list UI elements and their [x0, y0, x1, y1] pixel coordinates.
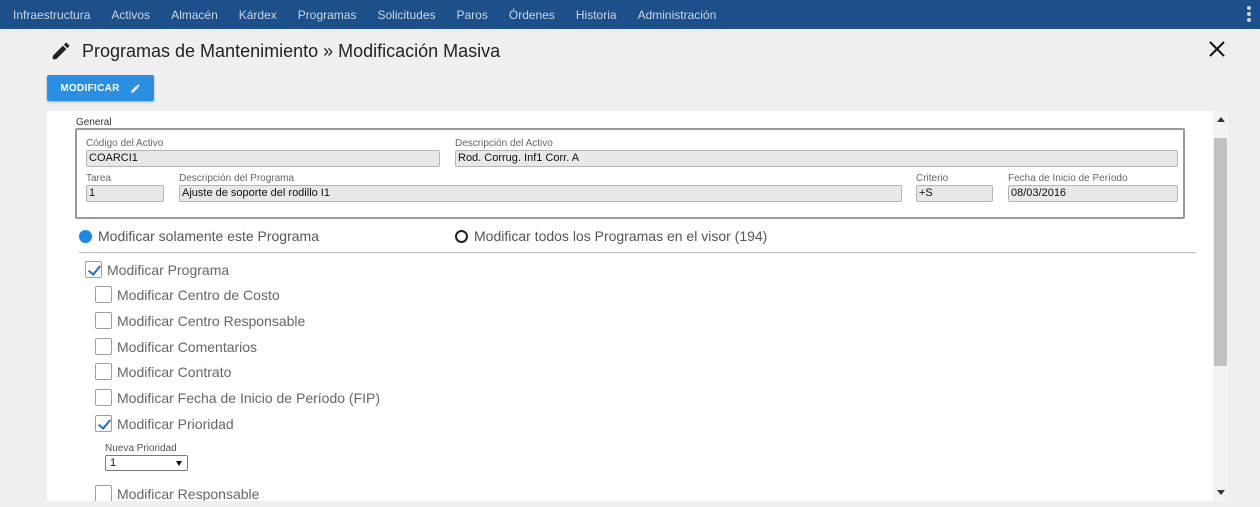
- nav-item-almacen[interactable]: Almacén: [163, 8, 231, 22]
- descripcion-programa-field[interactable]: Ajuste de soporte del rodillo I1: [179, 185, 902, 202]
- checkbox-checked-icon[interactable]: [95, 415, 112, 432]
- nav-item-kardex[interactable]: Kárdex: [231, 8, 290, 22]
- nav-item-ordenes[interactable]: Órdenes: [501, 8, 568, 22]
- descripcion-programa-label: Descripción del Programa: [179, 173, 295, 184]
- checkbox-checked-icon[interactable]: [85, 261, 102, 278]
- criterio-label: Criterio: [916, 173, 949, 184]
- codigo-label: Código del Activo: [86, 138, 164, 149]
- top-nav: Infraestructura Activos Almacén Kárdex P…: [0, 0, 1260, 29]
- check-prioridad-label: Modificar Prioridad: [117, 415, 234, 432]
- radio-only-this-program[interactable]: Modificar solamente este Programa: [79, 228, 319, 244]
- kebab-menu-icon[interactable]: [1246, 4, 1252, 24]
- radio-only-this-label: Modificar solamente este Programa: [98, 228, 319, 244]
- radio-unselected-icon: [455, 229, 468, 243]
- check-modificar-programa-label: Modificar Programa: [107, 261, 230, 278]
- general-fieldset: Código del Activo COARCI1 Descripción de…: [75, 128, 1185, 219]
- scroll-down-icon[interactable]: [1217, 490, 1225, 495]
- checkbox-icon[interactable]: [95, 286, 112, 303]
- nav-item-activos[interactable]: Activos: [103, 8, 163, 22]
- nav-item-infraestructura[interactable]: Infraestructura: [5, 8, 103, 22]
- radio-all-programs-label: Modificar todos los Programas en el viso…: [474, 228, 768, 244]
- descripcion-activo-label: Descripción del Activo: [455, 138, 553, 149]
- check-centro-responsable-label: Modificar Centro Responsable: [117, 312, 306, 329]
- check-comentarios[interactable]: Modificar Comentarios: [95, 338, 257, 355]
- pencil-icon: [52, 42, 70, 60]
- tarea-label: Tarea: [86, 173, 112, 184]
- nav-item-administracion[interactable]: Administración: [630, 8, 730, 22]
- modify-button[interactable]: MODIFICAR: [47, 75, 154, 101]
- radio-selected-icon: [79, 229, 92, 243]
- checkbox-icon[interactable]: [95, 485, 112, 501]
- criterio-field[interactable]: +S: [916, 185, 993, 202]
- nav-item-solicitudes[interactable]: Solicitudes: [369, 8, 448, 22]
- caret-down-icon: [176, 461, 182, 466]
- checkbox-icon[interactable]: [95, 338, 112, 355]
- divider: [79, 252, 1196, 253]
- check-responsable-label: Modificar Responsable: [117, 485, 260, 502]
- radio-all-programs[interactable]: Modificar todos los Programas en el viso…: [455, 228, 767, 244]
- check-comentarios-label: Modificar Comentarios: [117, 338, 258, 355]
- codigo-field[interactable]: COARCI1: [86, 150, 440, 167]
- nav-item-paros[interactable]: Paros: [449, 8, 501, 22]
- check-fip[interactable]: Modificar Fecha de Inicio de Período (FI…: [95, 389, 380, 406]
- page-header: Programas de Mantenimiento » Modificació…: [50, 38, 500, 64]
- nueva-prioridad-select[interactable]: 1: [105, 455, 188, 471]
- nav-item-historia[interactable]: Historia: [568, 8, 630, 22]
- checkbox-icon[interactable]: [95, 363, 112, 380]
- nueva-prioridad-label: Nueva Prioridad: [105, 443, 177, 454]
- vertical-scrollbar[interactable]: [1213, 111, 1228, 501]
- check-contrato[interactable]: Modificar Contrato: [95, 363, 231, 380]
- check-centro-costo[interactable]: Modificar Centro de Costo: [95, 286, 280, 303]
- scroll-up-icon[interactable]: [1217, 117, 1225, 122]
- tarea-field[interactable]: 1: [86, 185, 164, 202]
- check-fip-label: Modificar Fecha de Inicio de Período (FI…: [117, 389, 381, 406]
- page-title: Programas de Mantenimiento » Modificació…: [82, 40, 501, 61]
- modify-button-label: MODIFICAR: [60, 82, 120, 94]
- general-legend: General: [75, 117, 113, 128]
- fecha-inicio-label: Fecha de Inicio de Período: [1008, 173, 1128, 184]
- check-centro-responsable[interactable]: Modificar Centro Responsable: [95, 312, 305, 329]
- scroll-thumb[interactable]: [1214, 138, 1227, 366]
- check-contrato-label: Modificar Contrato: [117, 363, 232, 380]
- main-panel: Código del Activo COARCI1 Descripción de…: [47, 111, 1213, 501]
- pencil-small-icon: [131, 83, 140, 93]
- close-icon[interactable]: [1208, 40, 1226, 58]
- checkbox-icon[interactable]: [95, 312, 112, 329]
- nueva-prioridad-value: 1: [110, 457, 117, 469]
- fecha-inicio-field[interactable]: 08/03/2016: [1008, 185, 1178, 202]
- check-centro-costo-label: Modificar Centro de Costo: [117, 286, 280, 303]
- nav-item-programas[interactable]: Programas: [290, 8, 370, 22]
- check-modificar-programa[interactable]: Modificar Programa: [85, 261, 229, 278]
- descripcion-activo-field[interactable]: Rod. Corrug. Inf1 Corr. A: [455, 150, 1178, 167]
- check-prioridad[interactable]: Modificar Prioridad: [95, 415, 234, 432]
- checkbox-icon[interactable]: [95, 389, 112, 406]
- check-responsable[interactable]: Modificar Responsable: [95, 485, 259, 501]
